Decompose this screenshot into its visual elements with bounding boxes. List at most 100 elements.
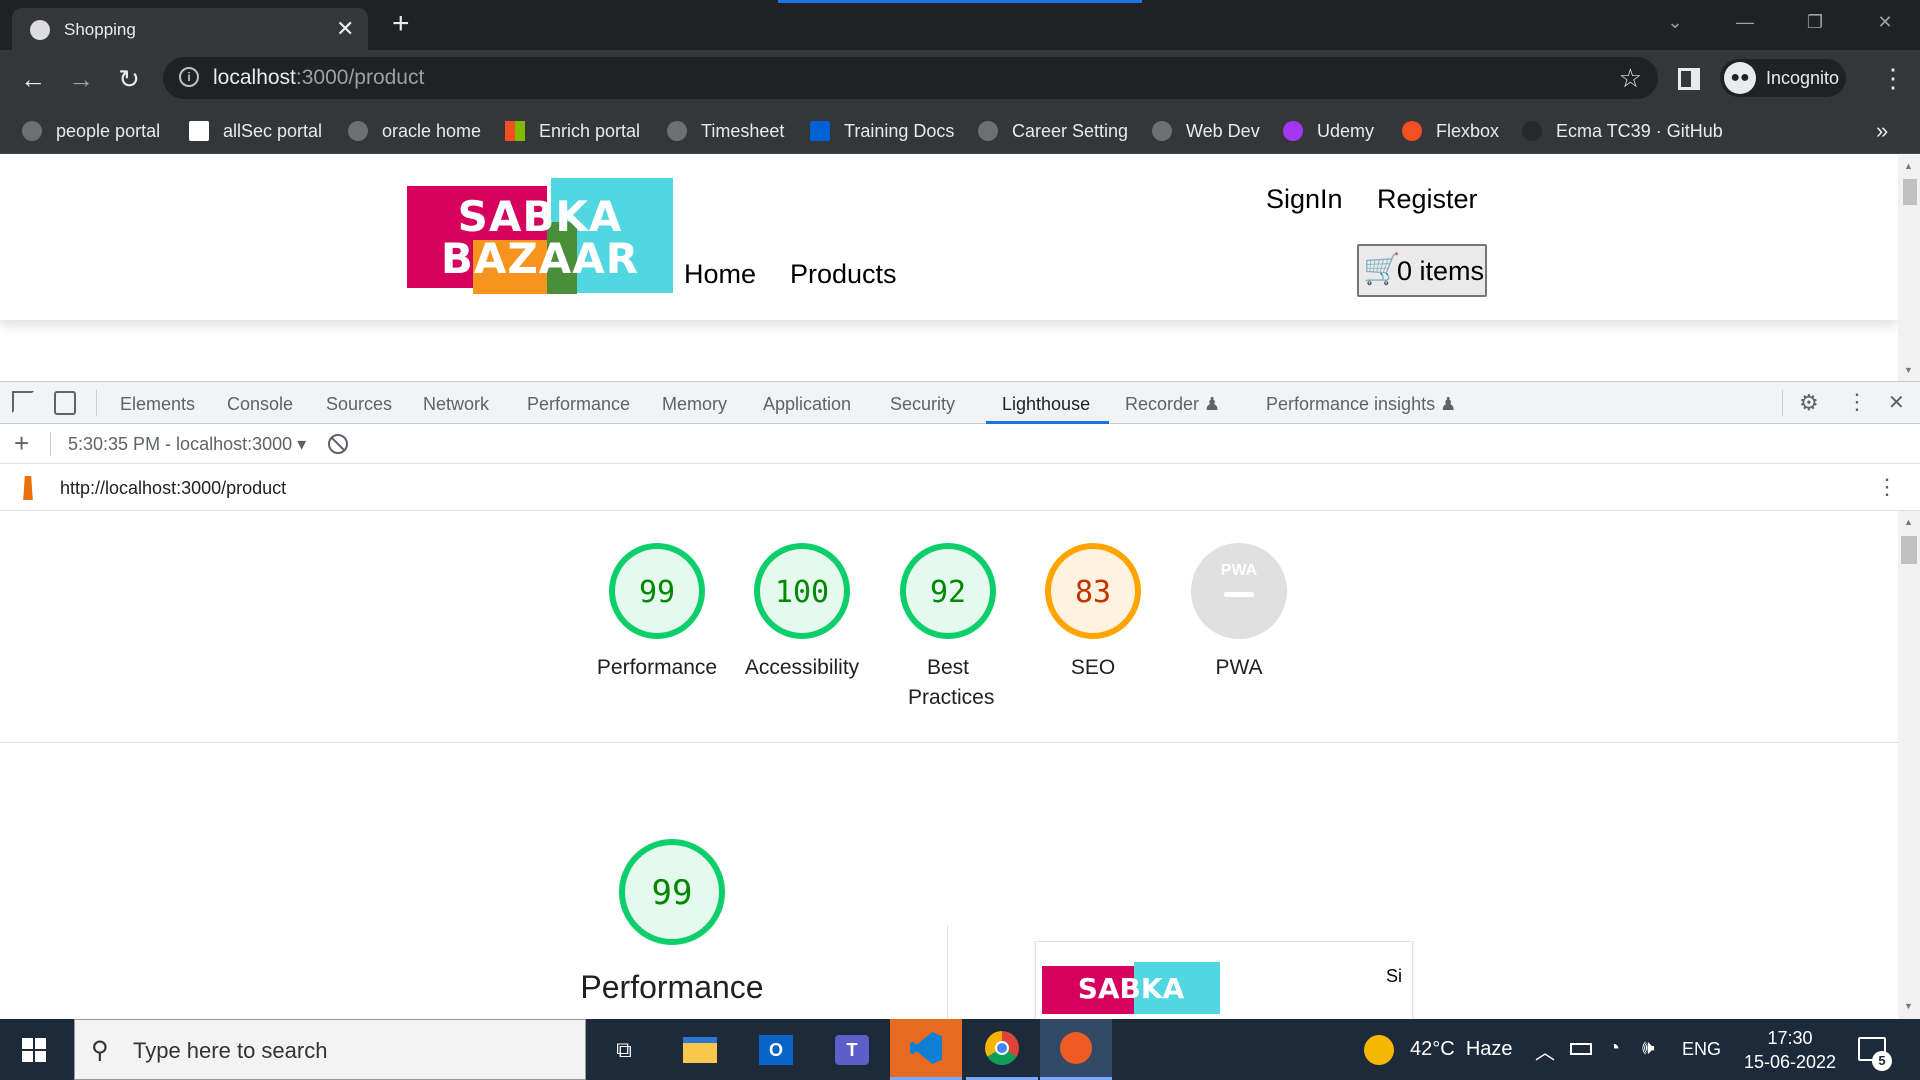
report-selector[interactable]: 5:30:35 PM - localhost:3000 ▾ [68, 434, 306, 455]
close-window-button[interactable]: ✕ [1850, 0, 1920, 44]
main-score: 99 [652, 873, 693, 913]
bookmark-item[interactable]: Training Docs [810, 118, 954, 144]
browser-title-bar: Shopping ✕ + ⌄ — ❐ ✕ [0, 0, 1920, 50]
volume-icon[interactable]: 🕪 [1642, 1037, 1655, 1060]
globe-icon [1152, 121, 1172, 141]
windows-start-icon[interactable] [22, 1038, 46, 1062]
incognito-profile-button[interactable]: ●● Incognito [1720, 59, 1846, 97]
bookmark-item[interactable]: Ecma TC39 · GitHub [1522, 118, 1723, 144]
bookmark-item[interactable]: Career Setting [978, 118, 1128, 144]
search-icon: ⚲ [91, 1037, 109, 1064]
tab-recorder[interactable]: Recorder ♟ [1125, 394, 1220, 415]
register-link[interactable]: Register [1377, 184, 1478, 215]
browser-menu-icon[interactable]: ⋮ [1880, 62, 1906, 94]
more-bookmarks-icon[interactable]: » [1876, 118, 1888, 144]
vscode-icon[interactable] [890, 1019, 962, 1080]
reload-button[interactable]: ↻ [112, 62, 146, 96]
tab-sources[interactable]: Sources [326, 394, 392, 415]
restore-button[interactable]: ❐ [1780, 0, 1850, 44]
taskbar-search-box[interactable]: ⚲ Type here to search [74, 1019, 586, 1080]
settings-gear-icon[interactable]: ⚙ [1799, 390, 1819, 416]
bookmark-label: Web Dev [1186, 120, 1260, 141]
cart-button[interactable]: 🛒 0 items [1357, 244, 1487, 297]
bookmark-item[interactable]: Enrich portal [505, 118, 640, 144]
tab-application[interactable]: Application [763, 394, 851, 415]
weather-temp[interactable]: 42°C Haze [1410, 1038, 1513, 1061]
tab-network[interactable]: Network [423, 394, 489, 415]
cart-count: 0 items [1397, 256, 1485, 286]
bookmark-item[interactable]: Flexbox [1402, 118, 1499, 144]
tab-security[interactable]: Security [890, 394, 955, 415]
new-report-button[interactable]: + [14, 428, 29, 459]
site-info-icon[interactable]: i [179, 67, 199, 87]
browser-tab[interactable]: Shopping ✕ [12, 8, 368, 50]
wifi-icon[interactable]: ◔ [1608, 1037, 1620, 1060]
nav-products-link[interactable]: Products [790, 259, 897, 290]
bookmark-item[interactable]: Udemy [1283, 118, 1374, 144]
weather-condition: Haze [1465, 1038, 1513, 1060]
gauge-pwa[interactable]: PWA [1189, 541, 1289, 641]
tab-performance[interactable]: Performance [527, 394, 630, 415]
bookmark-item[interactable]: oracle home [348, 118, 481, 144]
close-devtools-icon[interactable]: ✕ [1888, 390, 1905, 415]
incognito-icon: ●● [1724, 62, 1756, 94]
page-preview-thumbnail: SABKA Si [1035, 941, 1413, 1019]
page-scrollbar[interactable]: ▲ ▼ [1898, 155, 1920, 381]
logo-text: SABKA BAZAAR [440, 192, 640, 283]
new-tab-button[interactable]: + [392, 9, 410, 39]
bookmark-item[interactable]: Timesheet [667, 118, 784, 144]
clock[interactable]: 17:30 15-06-2022 [1740, 1026, 1840, 1074]
postman-icon[interactable] [1040, 1019, 1112, 1080]
tab-console[interactable]: Console [227, 394, 293, 415]
tab-lighthouse[interactable]: Lighthouse [1002, 394, 1090, 415]
language-indicator[interactable]: ENG [1682, 1039, 1721, 1060]
gauge-score: 100 [775, 575, 829, 610]
report-scrollbar[interactable]: ▲ ▼ [1898, 511, 1920, 1019]
gauge-label-pwa: PWA [1215, 656, 1263, 679]
close-tab-icon[interactable]: ✕ [336, 17, 354, 41]
tab-performance-insights[interactable]: Performance insights ♟ [1266, 394, 1456, 415]
back-button[interactable]: ← [16, 62, 50, 96]
forward-button[interactable]: → [64, 62, 98, 96]
nav-home-link[interactable]: Home [684, 259, 756, 290]
outlook-icon[interactable]: O [740, 1019, 812, 1080]
weather-icon[interactable] [1364, 1035, 1394, 1065]
teams-icon[interactable]: T [816, 1019, 888, 1080]
bookmark-star-icon[interactable]: ☆ [1619, 63, 1642, 94]
weather-temp-value: 42°C [1410, 1038, 1455, 1060]
gauge-best-practices[interactable]: 92 [898, 541, 998, 641]
gauge-seo[interactable]: 83 [1043, 541, 1143, 641]
devtools-menu-icon[interactable]: ⋮ [1846, 389, 1868, 415]
signin-link[interactable]: SignIn [1266, 184, 1343, 215]
inspect-element-icon[interactable] [12, 391, 34, 413]
vertical-divider [947, 925, 948, 1019]
scrollbar-thumb[interactable] [1901, 536, 1917, 564]
report-menu-icon[interactable]: ⋮ [1876, 474, 1898, 500]
globe-icon [30, 20, 50, 40]
lighthouse-report: 99 Performance 100 Accessibility 92 Best… [0, 511, 1898, 1019]
tab-search-icon[interactable]: ⌄ [1640, 0, 1710, 44]
show-hidden-icons-icon[interactable]: ︿ [1535, 1036, 1555, 1065]
file-explorer-icon[interactable] [664, 1019, 736, 1080]
report-url[interactable]: http://localhost:3000/product [60, 478, 286, 499]
address-bar[interactable]: i localhost:3000/product ☆ [163, 57, 1658, 99]
url-text[interactable]: localhost:3000/product [213, 66, 424, 90]
bookmark-label: Training Docs [844, 120, 955, 141]
bookmark-item[interactable]: people portal [22, 118, 160, 144]
bookmark-item[interactable]: allSec portal [189, 118, 322, 144]
gauge-performance[interactable]: 99 [607, 541, 707, 641]
battery-icon[interactable] [1570, 1043, 1592, 1055]
site-logo[interactable]: SABKA BAZAAR [407, 178, 673, 296]
search-placeholder: Type here to search [133, 1038, 328, 1063]
device-toolbar-icon[interactable] [54, 391, 76, 415]
chrome-icon[interactable] [966, 1019, 1038, 1080]
tab-memory[interactable]: Memory [662, 394, 727, 415]
gauge-accessibility[interactable]: 100 [752, 541, 852, 641]
task-view-icon[interactable]: ⧉ [588, 1019, 660, 1080]
tab-elements[interactable]: Elements [120, 394, 195, 415]
minimize-button[interactable]: — [1710, 0, 1780, 44]
clear-reports-icon[interactable] [328, 434, 348, 454]
bookmark-item[interactable]: Web Dev [1152, 118, 1260, 144]
side-panel-icon[interactable] [1678, 68, 1700, 90]
scrollbar-thumb[interactable] [1903, 179, 1917, 205]
